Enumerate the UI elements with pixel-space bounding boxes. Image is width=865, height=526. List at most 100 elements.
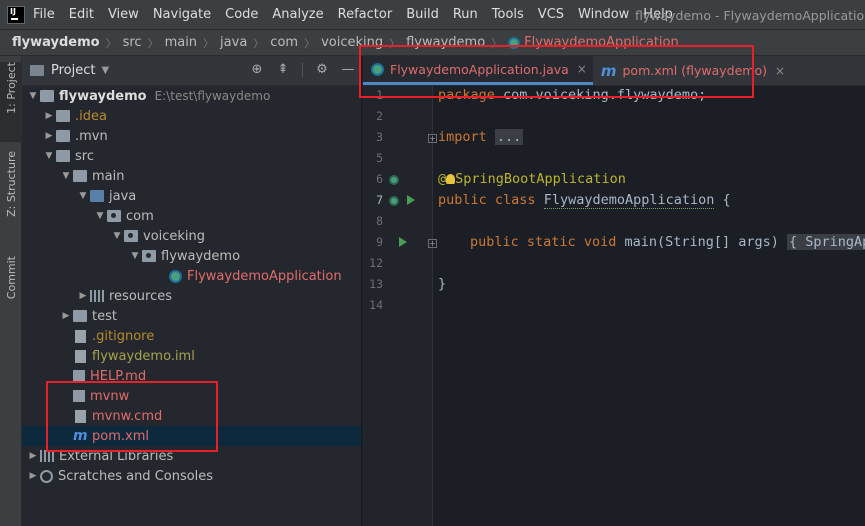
fold-icon[interactable]: + <box>428 239 437 248</box>
tab-pom-xml[interactable]: m pom.xml (flywaydemo) × <box>593 56 791 85</box>
menu-analyze[interactable]: Analyze <box>272 7 323 22</box>
menu-navigate[interactable]: Navigate <box>153 7 211 22</box>
panel-title[interactable]: Project <box>51 63 95 78</box>
tree-row[interactable]: HELP.md <box>22 366 361 386</box>
code-token: { <box>714 192 731 208</box>
tool-tab-label: Z: Structure <box>4 151 18 217</box>
fold-icon[interactable]: + <box>428 134 437 143</box>
chevron-down-icon[interactable]: ▼ <box>93 211 107 221</box>
line-number: 14 <box>369 298 383 312</box>
spring-bean-icon[interactable] <box>389 175 399 185</box>
tree-label: main <box>92 168 125 184</box>
code-token: public <box>470 234 519 250</box>
folder-icon <box>90 190 104 202</box>
breadcrumb-item[interactable]: flywaydemo <box>12 35 100 50</box>
spring-class-icon <box>169 269 182 283</box>
tree-row[interactable]: ▼ src <box>22 146 361 166</box>
menu-file[interactable]: File <box>33 7 55 22</box>
breadcrumb-item[interactable]: FlywaydemoApplication <box>524 35 679 50</box>
minimize-icon[interactable]: — <box>341 63 355 77</box>
resources-folder-icon <box>90 290 104 302</box>
chevron-right-icon[interactable]: ▶ <box>26 471 40 481</box>
breadcrumb-item[interactable]: java <box>220 35 247 50</box>
chevron-down-icon[interactable]: ▼ <box>128 251 142 261</box>
tree-label: FlywaydemoApplication <box>187 268 342 284</box>
chevron-right-icon[interactable]: ▶ <box>76 291 90 301</box>
tree-label: com <box>126 208 154 224</box>
tool-tab-structure[interactable]: Z: Structure <box>0 151 22 251</box>
tree-row[interactable]: ▶ test <box>22 306 361 326</box>
tree-row[interactable]: ▶ resources <box>22 286 361 306</box>
tree-row[interactable]: m pom.xml <box>22 426 361 446</box>
menu-build[interactable]: Build <box>406 7 439 22</box>
tool-tab-project[interactable]: 1: Project <box>0 62 22 142</box>
code-editor[interactable]: 1 2 3 5 6 7 8 9 12 13 14 + + package com… <box>363 86 865 526</box>
tree-row[interactable]: ▼ main <box>22 166 361 186</box>
folded-code[interactable]: ... <box>494 129 524 145</box>
code-line-7: public class FlywaydemoApplication { <box>438 192 731 209</box>
breadcrumb-item[interactable]: com <box>270 35 298 50</box>
menu-view[interactable]: View <box>108 7 139 22</box>
project-tree: ▼ flywaydemo E:\test\flywaydemo ▶ .idea … <box>22 86 361 486</box>
chevron-down-icon[interactable]: ▼ <box>101 65 109 76</box>
tree-row[interactable]: ▶ Scratches and Consoles <box>22 466 361 486</box>
menu-edit[interactable]: Edit <box>69 7 94 22</box>
tree-label: flywaydemo.iml <box>92 348 195 364</box>
tree-row[interactable]: flywaydemo.iml <box>22 346 361 366</box>
package-icon <box>124 230 138 242</box>
tree-row[interactable]: mvnw <box>22 386 361 406</box>
close-icon[interactable]: × <box>577 62 587 76</box>
breadcrumb-item[interactable]: src <box>123 35 142 50</box>
chevron-right-icon[interactable]: ▶ <box>26 451 40 461</box>
chevron-down-icon[interactable]: ▼ <box>59 171 73 181</box>
breadcrumb-item[interactable]: voiceking <box>321 35 383 50</box>
line-number: 13 <box>369 277 383 291</box>
chevron-down-icon[interactable]: ▼ <box>76 191 90 201</box>
gear-icon[interactable]: ⚙ <box>315 63 329 77</box>
chevron-down-icon[interactable]: ▼ <box>42 151 56 161</box>
tree-row[interactable]: ▼ flywaydemo <box>22 246 361 266</box>
tree-row[interactable]: ▼ java <box>22 186 361 206</box>
code-token: void <box>575 234 617 250</box>
collapse-all-icon[interactable]: ⇞ <box>276 63 290 77</box>
chevron-down-icon[interactable]: ▼ <box>110 231 124 241</box>
tree-row[interactable]: ▼ flywaydemo E:\test\flywaydemo <box>22 86 361 106</box>
chevron-right-icon[interactable]: ▶ <box>42 111 56 121</box>
tab-flywaydemo-application[interactable]: FlywaydemoApplication.java × <box>363 56 593 85</box>
menu-tools[interactable]: Tools <box>492 7 524 22</box>
spring-bean-icon[interactable] <box>389 196 399 206</box>
chevron-down-icon[interactable]: ▼ <box>26 91 40 101</box>
chevron-right-icon[interactable]: ▶ <box>42 131 56 141</box>
run-icon[interactable] <box>399 237 407 247</box>
menu-vcs[interactable]: VCS <box>538 7 564 22</box>
tool-tab-commit[interactable]: Commit <box>0 256 22 326</box>
code-token: @ <box>438 171 447 187</box>
breadcrumb-item[interactable]: main <box>165 35 197 50</box>
tree-row[interactable]: ▶ .idea <box>22 106 361 126</box>
menu-code[interactable]: Code <box>225 7 258 22</box>
tree-label: HELP.md <box>90 368 147 384</box>
breadcrumb-item[interactable]: flywaydemo <box>406 35 485 50</box>
tree-row[interactable]: ▶ External Libraries <box>22 446 361 466</box>
tree-row[interactable]: .gitignore <box>22 326 361 346</box>
menu-refactor[interactable]: Refactor <box>338 7 393 22</box>
close-icon[interactable]: × <box>775 64 785 78</box>
tree-label: mvnw <box>90 388 130 404</box>
run-icon[interactable] <box>407 195 415 205</box>
tree-label: .gitignore <box>92 328 155 344</box>
tree-row[interactable]: ▼ voiceking <box>22 226 361 246</box>
folded-code[interactable]: { SpringApp <box>787 234 865 250</box>
scratches-icon <box>40 469 53 483</box>
tree-row[interactable]: ▼ com <box>22 206 361 226</box>
tree-row[interactable]: mvnw.cmd <box>22 406 361 426</box>
tree-row[interactable]: ▶ .mvn <box>22 126 361 146</box>
left-tool-stripe: 1: Project Z: Structure Commit <box>0 56 22 526</box>
chevron-right-icon: 〉 <box>491 36 503 50</box>
lightbulb-icon[interactable] <box>446 174 456 184</box>
chevron-right-icon[interactable]: ▶ <box>59 311 73 321</box>
menu-window[interactable]: Window <box>578 7 629 22</box>
tree-row[interactable]: FlywaydemoApplication <box>22 266 361 286</box>
menu-bar: File Edit View Navigate Code Analyze Ref… <box>0 0 865 30</box>
locate-icon[interactable]: ⊕ <box>250 63 264 77</box>
menu-run[interactable]: Run <box>453 7 478 22</box>
